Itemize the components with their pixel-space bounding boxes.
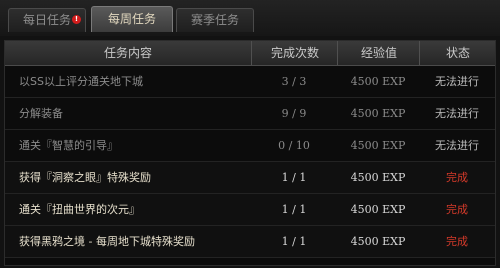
task-exp: 4500 EXP xyxy=(350,107,406,120)
weekly-quest-table: 任务内容 完成次数 经验值 状态 以SS以上评分通关地下城 3 / 3 4500… xyxy=(4,40,496,266)
task-name: 分解装备 xyxy=(19,107,63,120)
task-name: 获得『洞察之眼』特殊奖励 xyxy=(19,171,151,184)
tab-season-quests[interactable]: 赛季任务 xyxy=(176,8,254,32)
table-row[interactable]: 以SS以上评分通关地下城 3 / 3 4500 EXP 无法进行 xyxy=(5,66,495,98)
task-exp: 4500 EXP xyxy=(350,235,406,248)
task-progress: 1 / 1 xyxy=(281,171,307,184)
column-header-status: 状态 xyxy=(419,41,496,65)
task-exp: 4500 EXP xyxy=(350,171,406,184)
tab-label: 每周任务 xyxy=(107,12,156,26)
table-row[interactable]: 通关『扭曲世界的次元』 1 / 1 4500 EXP 完成 xyxy=(5,194,495,226)
task-name: 获得黑鸦之境 - 每周地下城特殊奖励 xyxy=(19,235,195,248)
task-progress: 1 / 1 xyxy=(281,235,307,248)
task-status: 完成 xyxy=(446,203,468,216)
task-progress: 1 / 1 xyxy=(281,203,307,216)
tab-daily-quests[interactable]: 每日任务 ! xyxy=(8,8,86,32)
task-name: 通关『扭曲世界的次元』 xyxy=(19,203,140,216)
table-row[interactable]: 获得『洞察之眼』特殊奖励 1 / 1 4500 EXP 完成 xyxy=(5,162,495,194)
quest-tab-bar: 每日任务 ! 每周任务 赛季任务 xyxy=(0,0,500,36)
table-row[interactable]: 通关『智慧的引导』 0 / 10 4500 EXP 无法进行 xyxy=(5,130,495,162)
column-header-exp: 经验值 xyxy=(337,41,420,65)
tab-label: 赛季任务 xyxy=(190,13,239,27)
task-status: 无法进行 xyxy=(435,75,479,88)
task-status: 完成 xyxy=(446,235,468,248)
task-status: 无法进行 xyxy=(435,139,479,152)
task-status: 完成 xyxy=(446,171,468,184)
column-header-progress: 完成次数 xyxy=(251,41,338,65)
task-progress: 9 / 9 xyxy=(281,107,307,120)
table-header: 任务内容 完成次数 经验值 状态 xyxy=(5,41,495,66)
task-name: 以SS以上评分通关地下城 xyxy=(19,75,143,88)
table-row[interactable]: 分解装备 9 / 9 4500 EXP 无法进行 xyxy=(5,98,495,130)
task-exp: 4500 EXP xyxy=(350,75,406,88)
column-header-task: 任务内容 xyxy=(103,46,152,60)
task-progress: 3 / 3 xyxy=(281,75,307,88)
tab-label: 每日任务 xyxy=(22,13,71,27)
tab-weekly-quests[interactable]: 每周任务 xyxy=(91,6,173,32)
task-exp: 4500 EXP xyxy=(350,203,406,216)
task-exp: 4500 EXP xyxy=(350,139,406,152)
task-name: 通关『智慧的引导』 xyxy=(19,139,118,152)
task-progress: 0 / 10 xyxy=(278,139,310,152)
task-status: 无法进行 xyxy=(435,107,479,120)
table-row[interactable]: 获得黑鸦之境 - 每周地下城特殊奖励 1 / 1 4500 EXP 完成 xyxy=(5,226,495,258)
notification-badge-icon: ! xyxy=(72,15,81,24)
